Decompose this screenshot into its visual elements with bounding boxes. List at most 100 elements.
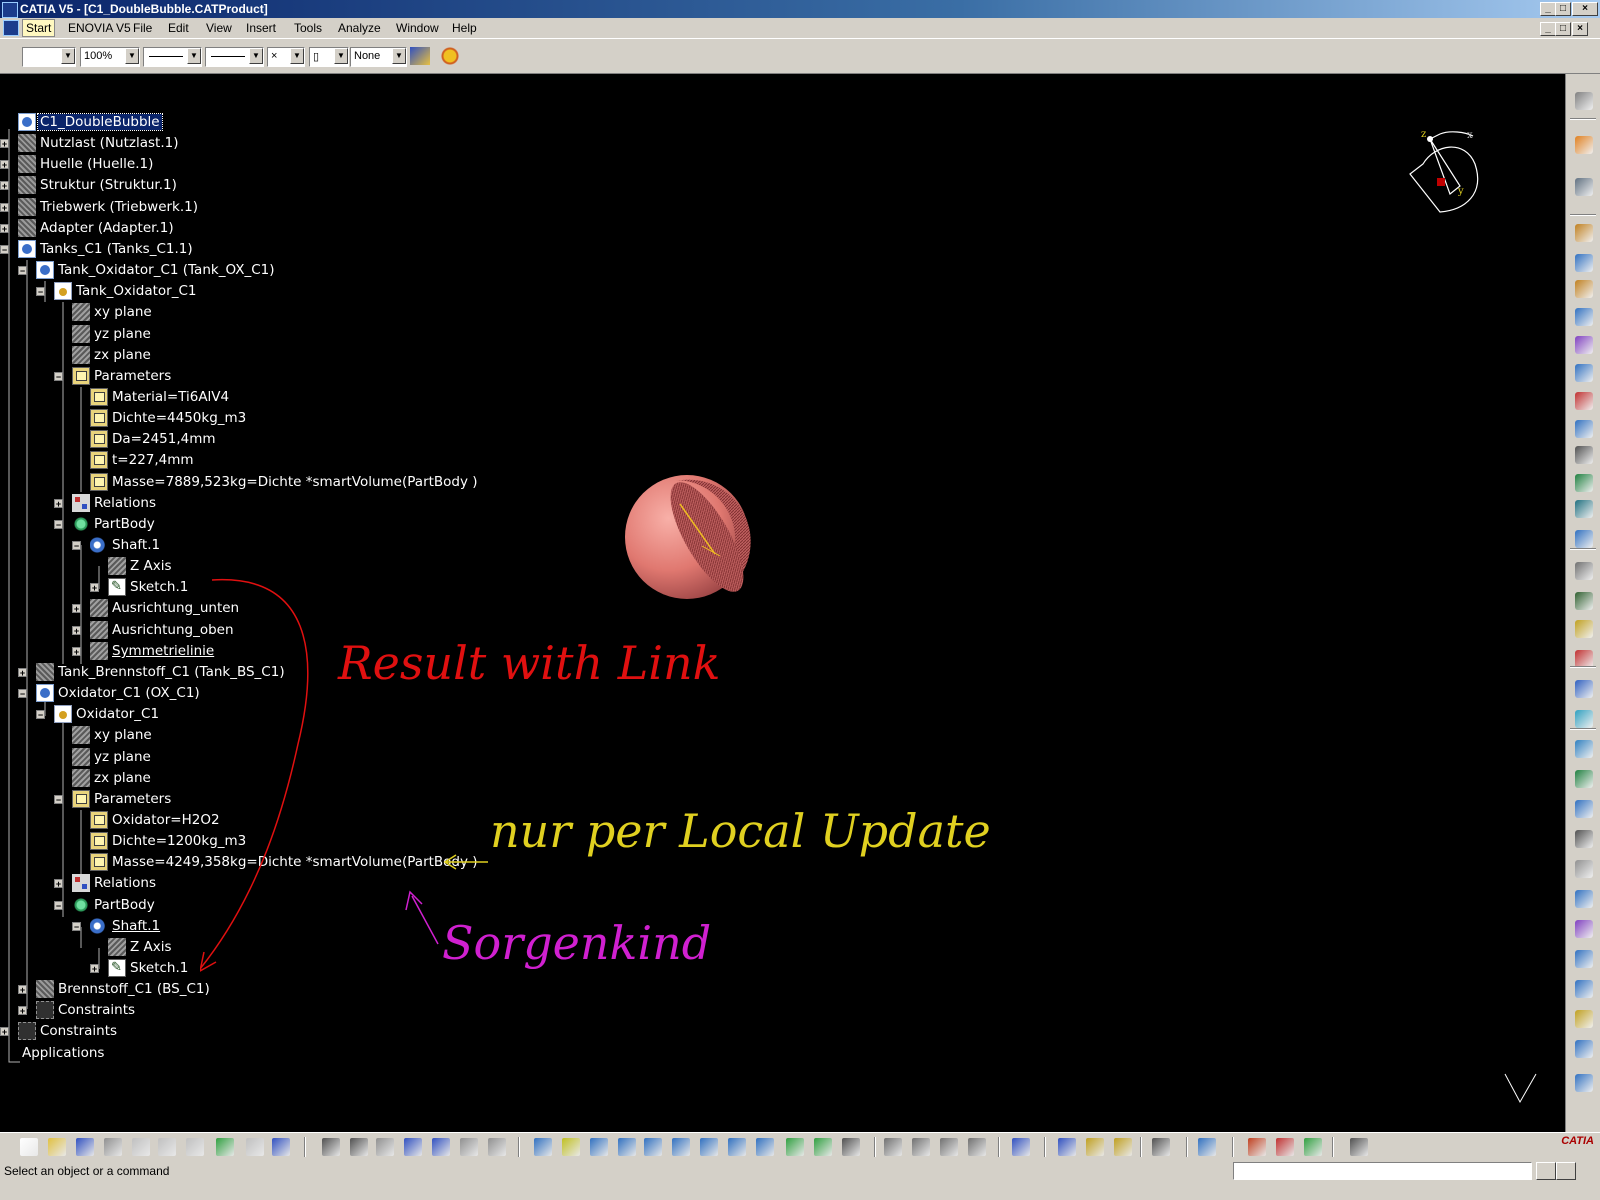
print-icon[interactable] (104, 1138, 122, 1156)
thread-icon[interactable] (1575, 680, 1593, 698)
equation-icon[interactable] (432, 1138, 450, 1156)
constraint-icon[interactable] (1575, 950, 1593, 968)
text-icon[interactable] (1575, 446, 1593, 464)
expand-node-button[interactable]: + (90, 583, 99, 593)
expand-node-button[interactable]: + (18, 1006, 27, 1016)
table-icon[interactable] (404, 1138, 422, 1156)
parameters-explorer-icon[interactable] (488, 1138, 506, 1156)
swap-space-icon[interactable] (842, 1138, 860, 1156)
formula-icon[interactable] (322, 1138, 340, 1156)
menu-window[interactable]: Window (396, 21, 439, 35)
fillet-icon[interactable] (1575, 530, 1593, 548)
fill-color-combo[interactable]: ▼ (22, 47, 76, 67)
clash-icon[interactable] (968, 1138, 986, 1156)
layer-combo[interactable]: None ▼ (350, 47, 407, 67)
expand-node-button[interactable]: + (0, 160, 9, 170)
command-input[interactable] (1233, 1162, 1532, 1180)
collapse-node-button[interactable]: − (36, 287, 45, 297)
menu-tools[interactable]: Tools (294, 21, 322, 35)
menu-enovia[interactable]: ENOVIA V5 (68, 21, 131, 35)
doc-restore-button[interactable]: □ (1555, 22, 1571, 36)
expand-node-button[interactable]: + (72, 604, 81, 614)
stiffener-icon[interactable] (1575, 420, 1593, 438)
select-icon[interactable] (1575, 136, 1593, 154)
new-icon[interactable] (20, 1138, 38, 1156)
snap-icon[interactable] (1114, 1138, 1132, 1156)
collapse-node-button[interactable]: − (54, 520, 63, 530)
groove-icon[interactable] (1575, 308, 1593, 326)
knowledge-icon[interactable] (1575, 92, 1593, 110)
graphic-properties-icon[interactable] (440, 47, 460, 65)
mirror-icon[interactable] (1575, 740, 1593, 758)
expand-node-button[interactable]: + (54, 499, 63, 509)
expand-node-button[interactable]: + (72, 626, 81, 636)
expand-node-button[interactable]: + (0, 139, 9, 149)
knowledge-report-icon[interactable] (350, 1138, 368, 1156)
expand-node-button[interactable]: + (0, 181, 9, 191)
material-icon[interactable] (1304, 1138, 1322, 1156)
constraints-update-icon[interactable] (1058, 1138, 1076, 1156)
close-button[interactable]: × (1572, 2, 1598, 16)
expand-node-button[interactable]: + (18, 985, 27, 995)
maximize-button[interactable]: □ (1555, 2, 1571, 16)
collapse-node-button[interactable]: − (36, 710, 45, 720)
split-icon[interactable] (1575, 830, 1593, 848)
measure-item-icon[interactable] (912, 1138, 930, 1156)
pad-icon[interactable] (1575, 224, 1593, 242)
render-style-combo[interactable]: ▯ ▼ (309, 47, 349, 67)
command-stop-button[interactable] (1536, 1162, 1556, 1180)
update-icon[interactable] (1012, 1138, 1030, 1156)
transparency-combo[interactable]: 100% ▼ (80, 47, 140, 67)
menu-view[interactable]: View (206, 21, 232, 35)
expand-node-button[interactable]: + (0, 224, 9, 234)
copy-icon[interactable] (158, 1138, 176, 1156)
catalog-icon[interactable] (1198, 1138, 1216, 1156)
collapse-node-button[interactable]: − (72, 922, 81, 932)
draft-icon[interactable] (1575, 592, 1593, 610)
expand-node-button[interactable]: + (18, 668, 27, 678)
catia-app-icon[interactable] (2, 2, 18, 18)
apply-material-icon[interactable] (1575, 1074, 1593, 1092)
multi-view-icon[interactable] (728, 1138, 746, 1156)
redo-icon[interactable] (246, 1138, 264, 1156)
3d-viewport[interactable]: C1_DoubleBubble + Nutzlast (Nutzlast.1) + Hu… (0, 74, 1565, 1132)
manipulate-icon[interactable] (1086, 1138, 1104, 1156)
measure-inertia-icon[interactable] (940, 1138, 958, 1156)
collapse-node-button[interactable]: − (54, 372, 63, 382)
zoom-in-icon[interactable] (644, 1138, 662, 1156)
body-icon[interactable] (1575, 1010, 1593, 1028)
iso-view-icon[interactable] (756, 1138, 774, 1156)
grid-icon[interactable] (1350, 1138, 1368, 1156)
render-icon[interactable] (1276, 1138, 1294, 1156)
collapse-node-button[interactable]: − (18, 689, 27, 699)
collapse-node-button[interactable]: − (72, 541, 81, 551)
normal-view-icon[interactable] (700, 1138, 718, 1156)
lock-icon[interactable] (460, 1138, 478, 1156)
shell-icon[interactable] (1575, 620, 1593, 638)
open-icon[interactable] (48, 1138, 66, 1156)
close-surface-icon[interactable] (1575, 890, 1593, 908)
fit-all-icon[interactable] (562, 1138, 580, 1156)
undo-icon[interactable] (216, 1138, 234, 1156)
format-painter-icon[interactable] (410, 47, 430, 65)
collapse-node-button[interactable]: − (54, 795, 63, 805)
shaft-tool-icon[interactable] (1575, 280, 1593, 298)
multi-section-icon[interactable] (1575, 500, 1593, 518)
line-type-combo[interactable]: ▼ (205, 47, 264, 67)
fly-mode-icon[interactable] (534, 1138, 552, 1156)
menu-insert[interactable]: Insert (246, 21, 276, 35)
measure-between-icon[interactable] (884, 1138, 902, 1156)
compass-icon[interactable] (1405, 124, 1505, 224)
chamfer-icon[interactable] (1575, 562, 1593, 580)
expand-node-button[interactable]: + (0, 1027, 9, 1037)
sketcher-icon[interactable] (1575, 178, 1593, 196)
cut-icon[interactable] (132, 1138, 150, 1156)
shading-icon[interactable] (786, 1138, 804, 1156)
design-table-icon[interactable] (376, 1138, 394, 1156)
collapse-node-button[interactable]: − (54, 901, 63, 911)
collapse-node-button[interactable]: − (0, 245, 9, 255)
translate-icon[interactable] (1575, 710, 1593, 728)
rib-icon[interactable] (1575, 364, 1593, 382)
point-symbol-combo[interactable]: × ▼ (267, 47, 305, 67)
save-icon[interactable] (76, 1138, 94, 1156)
